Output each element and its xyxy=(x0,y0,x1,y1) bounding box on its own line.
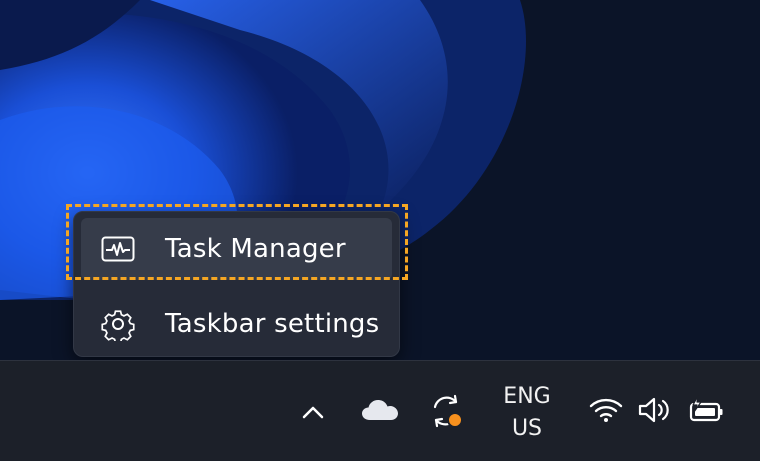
menu-item-taskbar-settings[interactable]: Taskbar settings xyxy=(81,293,392,355)
volume-icon[interactable] xyxy=(636,395,674,425)
task-manager-icon xyxy=(101,236,145,262)
battery-charging-icon[interactable] xyxy=(686,393,726,427)
onedrive-cloud-icon[interactable] xyxy=(360,395,400,425)
menu-item-task-manager[interactable]: Task Manager xyxy=(81,218,392,280)
taskbar: ENG US xyxy=(0,360,760,461)
menu-item-label: Taskbar settings xyxy=(165,309,380,339)
wifi-icon[interactable] xyxy=(588,395,624,425)
menu-item-label: Task Manager xyxy=(165,234,346,264)
language-code: ENG xyxy=(503,384,551,409)
sync-icon[interactable] xyxy=(426,391,466,431)
gear-icon xyxy=(101,307,145,341)
taskbar-context-menu: Task Manager Taskbar settings xyxy=(73,211,400,357)
language-indicator[interactable]: ENG US xyxy=(492,381,562,445)
region-code: US xyxy=(511,416,543,441)
chevron-up-icon[interactable] xyxy=(298,397,328,427)
